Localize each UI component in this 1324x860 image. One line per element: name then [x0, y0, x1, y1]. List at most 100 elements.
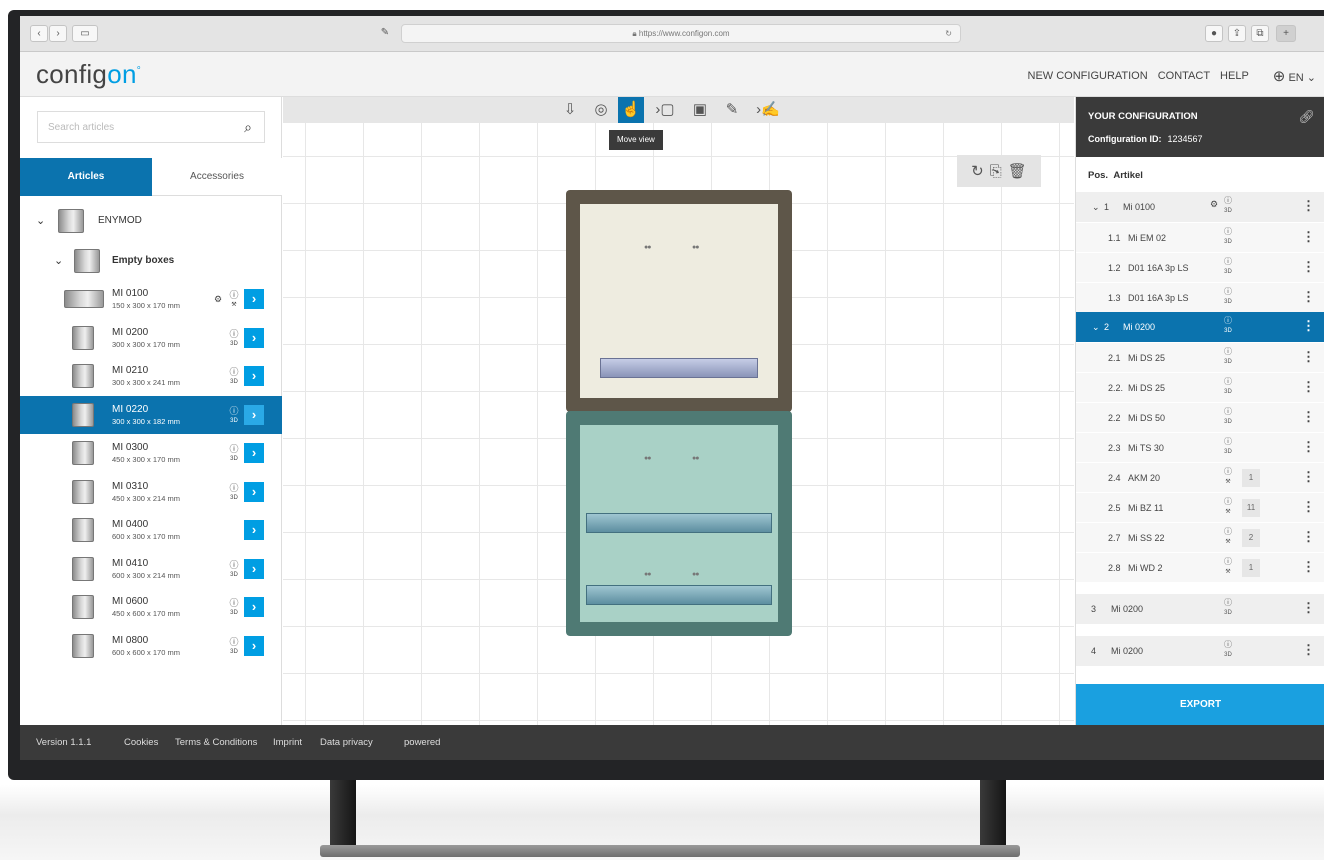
- tabs-button[interactable]: ⧉: [1251, 25, 1269, 42]
- info-icon[interactable]: ⓘ 3D: [1224, 196, 1232, 216]
- config-row[interactable]: 2.4 AKM 20 ⓘ ⚒ 1 ⋮: [1076, 462, 1324, 492]
- footer-link-cookies[interactable]: Cookies: [124, 725, 158, 760]
- info-icon[interactable]: ⓘ ⚒: [1224, 467, 1232, 487]
- more-options-icon[interactable]: ⋮: [1302, 260, 1315, 273]
- add-article-button[interactable]: ›: [244, 404, 264, 425]
- footer-link-terms[interactable]: Terms & Conditions: [175, 725, 257, 760]
- camera-icon[interactable]: ▣: [687, 97, 713, 123]
- reload-icon[interactable]: ↻: [945, 25, 952, 42]
- link-icon[interactable]: 🔗︎: [1298, 109, 1315, 125]
- info-icon[interactable]: ⓘ 3D: [1224, 377, 1232, 397]
- config-row[interactable]: 4 Mi 0200 ⓘ 3D ⋮: [1076, 636, 1324, 666]
- more-options-icon[interactable]: ⋮: [1302, 560, 1315, 573]
- url-bar[interactable]: 🔒︎ https://www.configon.com ↻: [401, 24, 961, 43]
- article-item[interactable]: MI 0600 450 x 600 x 170 mm ⓘ 3D ›: [20, 588, 282, 627]
- tab-articles[interactable]: Articles: [20, 158, 152, 196]
- search-icon[interactable]: ⌕: [244, 119, 252, 136]
- info-icon[interactable]: ⓘ ⚒: [1224, 527, 1232, 547]
- article-item[interactable]: MI 0200 300 x 300 x 170 mm ⓘ 3D ›: [20, 319, 282, 358]
- config-row[interactable]: 2.5 Mi BZ 11 ⓘ ⚒ 11 ⋮: [1076, 492, 1324, 522]
- more-options-icon[interactable]: ⋮: [1302, 470, 1315, 483]
- cube-view-icon[interactable]: ›▢: [648, 97, 682, 123]
- info-icon[interactable]: ⓘ 3D: [227, 406, 241, 425]
- share-icon[interactable]: ✎: [375, 25, 395, 42]
- config-row[interactable]: 1.3 D01 16A 3p LS ⓘ 3D ⋮: [1076, 282, 1324, 312]
- configon-logo[interactable]: configon°: [36, 59, 141, 90]
- configuration-canvas[interactable]: ⇩ ◎ ☝ ›▢ ▣ ✎ ›✍ Move view ↻ ⎘ 🗑︎ ●● ●● ●…: [283, 97, 1074, 725]
- export-button[interactable]: EXPORT: [1076, 684, 1324, 725]
- quantity-field[interactable]: 11: [1242, 499, 1260, 517]
- rotate-icon[interactable]: ↻: [971, 162, 984, 180]
- info-icon[interactable]: ⓘ 3D: [227, 329, 241, 348]
- footer-link-imprint[interactable]: Imprint: [273, 725, 302, 760]
- add-article-button[interactable]: ›: [244, 635, 264, 656]
- more-options-icon[interactable]: ⋮: [1302, 199, 1315, 212]
- more-options-icon[interactable]: ⋮: [1302, 319, 1315, 332]
- more-options-icon[interactable]: ⋮: [1302, 601, 1315, 614]
- article-item[interactable]: MI 0310 450 x 300 x 214 mm ⓘ 3D ›: [20, 473, 282, 512]
- info-icon[interactable]: ⓘ 3D: [1224, 227, 1232, 247]
- info-icon[interactable]: ⓘ 3D: [227, 637, 241, 656]
- more-options-icon[interactable]: ⋮: [1302, 380, 1315, 393]
- article-item[interactable]: MI 0800 600 x 600 x 170 mm ⓘ 3D ›: [20, 627, 282, 666]
- share-button[interactable]: ⇪: [1228, 25, 1246, 42]
- add-article-button[interactable]: ›: [244, 327, 264, 348]
- config-row[interactable]: 2.2 Mi DS 50 ⓘ 3D ⋮: [1076, 402, 1324, 432]
- powered-by[interactable]: powered by configon: [404, 725, 440, 760]
- info-icon[interactable]: ⓘ 3D: [1224, 640, 1232, 660]
- gear-icon[interactable]: ⚙: [214, 295, 222, 304]
- more-options-icon[interactable]: ⋮: [1302, 643, 1315, 656]
- info-icon[interactable]: ⓘ 3D: [1224, 407, 1232, 427]
- more-options-icon[interactable]: ⋮: [1302, 500, 1315, 513]
- chevron-down-icon[interactable]: ⌄: [1092, 202, 1100, 213]
- info-icon[interactable]: ⓘ ⚒: [1224, 497, 1232, 517]
- more-options-icon[interactable]: ⋮: [1302, 440, 1315, 453]
- config-row[interactable]: 2.8 Mi WD 2 ⓘ ⚒ 1 ⋮: [1076, 552, 1324, 582]
- language-selector[interactable]: ⊕ EN ⌄: [1273, 67, 1316, 85]
- info-icon[interactable]: ⓘ ⚒: [1224, 557, 1232, 577]
- info-icon[interactable]: ⓘ 3D: [227, 599, 241, 617]
- config-row[interactable]: 2.1 Mi DS 25 ⓘ 3D ⋮: [1076, 342, 1324, 372]
- info-icon[interactable]: ⓘ 3D: [1224, 287, 1232, 307]
- article-item[interactable]: MI 0100 150 x 300 x 170 mm ⚙ ⓘ ⚒ ›: [20, 280, 282, 319]
- more-options-icon[interactable]: ⋮: [1302, 230, 1315, 243]
- add-article-button[interactable]: ›: [244, 289, 264, 309]
- forward-button[interactable]: ›: [49, 25, 67, 42]
- quantity-field[interactable]: 1: [1242, 469, 1260, 487]
- nav-new-configuration[interactable]: NEW CONFIGURATION: [1028, 70, 1148, 82]
- more-options-icon[interactable]: ⋮: [1302, 530, 1315, 543]
- edit-note-icon[interactable]: ›✍: [751, 97, 785, 123]
- info-icon[interactable]: ⓘ 3D: [227, 368, 241, 386]
- article-item[interactable]: MI 0410 600 x 300 x 214 mm ⓘ 3D ›: [20, 550, 282, 589]
- nav-help[interactable]: HELP: [1220, 70, 1249, 82]
- chevron-down-icon[interactable]: ⌄: [1092, 322, 1100, 333]
- hand-icon[interactable]: ☝: [618, 97, 644, 123]
- info-icon[interactable]: ⓘ 3D: [227, 483, 241, 502]
- more-options-icon[interactable]: ⋮: [1302, 290, 1315, 303]
- search-input[interactable]: Search articles ⌕: [37, 111, 265, 143]
- article-item[interactable]: MI 0300 450 x 300 x 170 mm ⓘ 3D ›: [20, 434, 282, 473]
- add-article-button[interactable]: ›: [244, 597, 264, 617]
- download-arrow-icon[interactable]: ⇩: [557, 97, 583, 123]
- article-item[interactable]: MI 0210 300 x 300 x 241 mm ⓘ 3D ›: [20, 357, 282, 396]
- quantity-field[interactable]: 2: [1242, 529, 1260, 547]
- nav-contact[interactable]: CONTACT: [1158, 70, 1210, 82]
- target-icon[interactable]: ◎: [588, 97, 614, 123]
- gear-icon[interactable]: ⚙: [1210, 199, 1218, 210]
- config-row[interactable]: 3 Mi 0200 ⓘ 3D ⋮: [1076, 594, 1324, 624]
- add-article-button[interactable]: ›: [244, 481, 264, 502]
- config-row[interactable]: 2.3 Mi TS 30 ⓘ 3D ⋮: [1076, 432, 1324, 462]
- add-article-button[interactable]: ›: [244, 366, 264, 386]
- info-icon[interactable]: ⓘ 3D: [227, 560, 241, 579]
- info-icon[interactable]: ⓘ 3D: [227, 445, 241, 463]
- quantity-field[interactable]: 1: [1242, 559, 1260, 577]
- tree-group[interactable]: ⌄ Empty boxes: [20, 240, 282, 280]
- info-icon[interactable]: ⓘ 3D: [1224, 257, 1232, 277]
- config-row[interactable]: ⌄ 1 Mi 0100 ⚙ ⓘ 3D ⋮: [1076, 192, 1324, 222]
- extension-icon[interactable]: ●: [1205, 25, 1223, 42]
- trash-icon[interactable]: 🗑︎: [1008, 162, 1027, 180]
- info-icon[interactable]: ⓘ ⚒: [227, 291, 241, 309]
- config-row[interactable]: 1.2 D01 16A 3p LS ⓘ 3D ⋮: [1076, 252, 1324, 282]
- tab-accessories[interactable]: Accessories: [152, 158, 282, 196]
- info-icon[interactable]: ⓘ 3D: [1224, 598, 1232, 618]
